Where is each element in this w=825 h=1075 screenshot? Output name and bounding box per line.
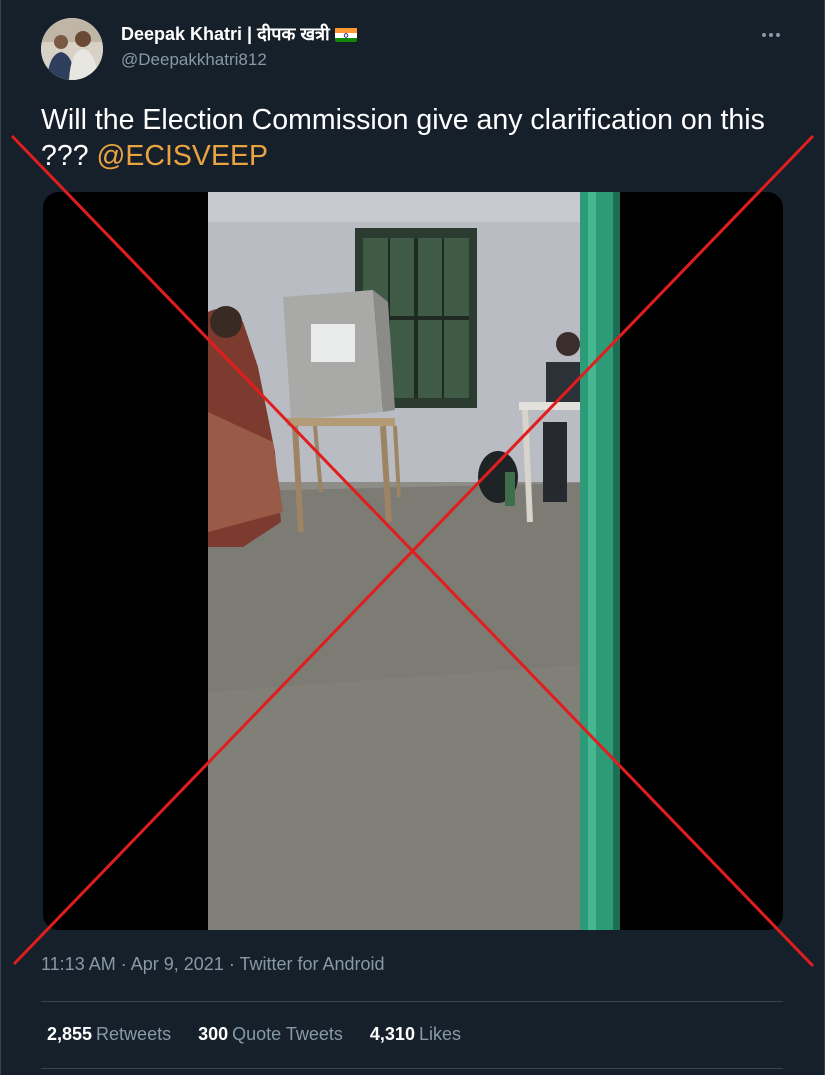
quote-tweets-count: 300 bbox=[198, 1024, 229, 1044]
tweet-stats: 2,855 Retweets 300 Quote Tweets 4,310 Likes bbox=[47, 1024, 483, 1045]
likes-label: Likes bbox=[418, 1024, 461, 1044]
quote-tweets-label: Quote Tweets bbox=[232, 1024, 343, 1044]
tweet-text: Will the Election Commission give any cl… bbox=[41, 102, 781, 174]
more-horizontal-icon bbox=[762, 33, 780, 37]
retweets-stat[interactable]: 2,855 Retweets bbox=[47, 1024, 171, 1045]
meta-separator: · bbox=[223, 954, 240, 974]
author-name[interactable]: Deepak Khatri | दीपक खत्री bbox=[121, 22, 357, 46]
likes-count: 4,310 bbox=[369, 1024, 415, 1044]
india-flag-icon bbox=[334, 27, 357, 42]
divider bbox=[41, 1068, 783, 1069]
author-name-text: Deepak Khatri | दीपक खत्री bbox=[121, 24, 330, 44]
tweet-card: Deepak Khatri | दीपक खत्री @Deepakkhatri… bbox=[0, 0, 825, 1075]
more-options-button[interactable] bbox=[754, 18, 788, 52]
tweet-time[interactable]: 11:13 AM bbox=[41, 954, 116, 974]
divider bbox=[41, 1001, 783, 1002]
video-media[interactable] bbox=[43, 192, 783, 930]
retweets-label: Retweets bbox=[96, 1024, 172, 1044]
mention-link[interactable]: @ECISVEEP bbox=[96, 140, 268, 172]
tweet-meta: 11:13 AM · Apr 9, 2021 · Twitter for And… bbox=[41, 954, 385, 975]
retweets-count: 2,855 bbox=[47, 1024, 93, 1044]
meta-separator: · bbox=[115, 954, 131, 974]
likes-stat[interactable]: 4,310 Likes bbox=[370, 1024, 461, 1045]
video-frame bbox=[43, 192, 783, 930]
avatar[interactable] bbox=[41, 18, 103, 80]
tweet-date[interactable]: Apr 9, 2021 bbox=[131, 954, 224, 974]
author-handle[interactable]: @Deepakkhatri812 bbox=[121, 50, 267, 70]
tweet-source-link[interactable]: Twitter for Android bbox=[239, 954, 384, 974]
quote-tweets-stat[interactable]: 300 Quote Tweets bbox=[198, 1024, 343, 1045]
